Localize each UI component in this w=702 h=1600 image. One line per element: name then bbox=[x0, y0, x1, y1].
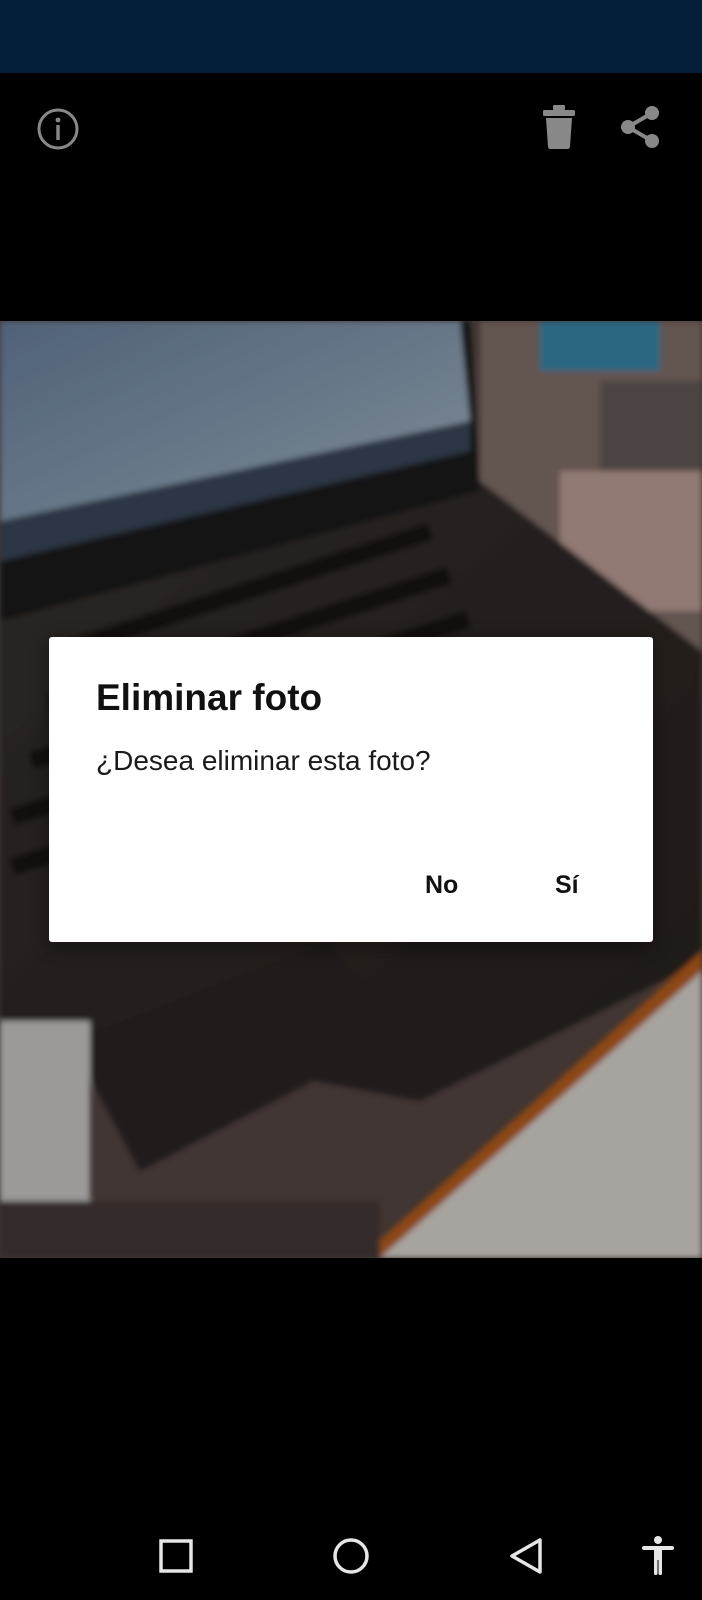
info-button[interactable] bbox=[34, 105, 82, 153]
home-button[interactable] bbox=[325, 1530, 377, 1582]
accessibility-button[interactable] bbox=[634, 1530, 682, 1582]
circle-icon bbox=[333, 1538, 369, 1574]
yes-button[interactable]: Sí bbox=[545, 865, 589, 906]
delete-button[interactable] bbox=[535, 101, 583, 153]
dialog-message: ¿Desea eliminar esta foto? bbox=[96, 745, 431, 776]
trash-icon bbox=[543, 105, 575, 149]
share-button[interactable] bbox=[614, 101, 666, 153]
recents-button[interactable] bbox=[150, 1530, 202, 1582]
no-button[interactable]: No bbox=[415, 865, 468, 906]
square-icon bbox=[159, 1539, 193, 1573]
back-button[interactable] bbox=[500, 1530, 552, 1582]
delete-photo-dialog: Eliminar foto ¿Desea eliminar esta foto?… bbox=[49, 637, 653, 942]
triangle-back-icon bbox=[510, 1538, 542, 1574]
status-bar bbox=[0, 0, 702, 73]
info-icon bbox=[37, 108, 79, 150]
share-icon bbox=[621, 106, 659, 148]
viewer-toolbar bbox=[0, 73, 702, 183]
dialog-title: Eliminar foto bbox=[96, 677, 323, 718]
accessibility-icon bbox=[642, 1536, 674, 1575]
